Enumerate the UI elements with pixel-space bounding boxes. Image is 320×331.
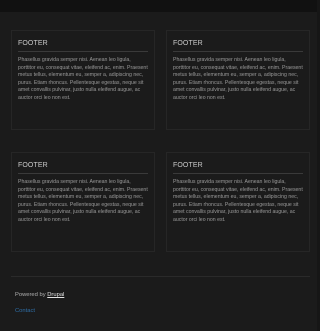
footer-block: FOOTER Phasellus gravida semper nisi. Ae… [11, 30, 155, 130]
footer-block-title: FOOTER [173, 162, 303, 174]
drupal-link[interactable]: Drupal [47, 292, 64, 298]
footer-block: FOOTER Phasellus gravida semper nisi. Ae… [11, 152, 155, 252]
contact-link[interactable]: Contact [15, 308, 35, 314]
footer-block: FOOTER Phasellus gravida semper nisi. Ae… [166, 30, 310, 130]
footer-block-title: FOOTER [18, 162, 148, 174]
footer-divider [11, 276, 310, 277]
footer-block-title: FOOTER [173, 40, 303, 52]
powered-by-text: Powered by [15, 292, 46, 298]
powered-by-credits: Powered by Drupal [15, 292, 64, 298]
footer-block-text: Phasellus gravida semper nisi. Aenean le… [18, 179, 148, 223]
footer-block-text: Phasellus gravida semper nisi. Aenean le… [173, 57, 303, 101]
footer-block: FOOTER Phasellus gravida semper nisi. Ae… [166, 152, 310, 252]
footer-block-text: Phasellus gravida semper nisi. Aenean le… [18, 57, 148, 101]
footer-block-title: FOOTER [18, 40, 148, 52]
top-bar [0, 0, 317, 12]
footer-block-text: Phasellus gravida semper nisi. Aenean le… [173, 179, 303, 223]
